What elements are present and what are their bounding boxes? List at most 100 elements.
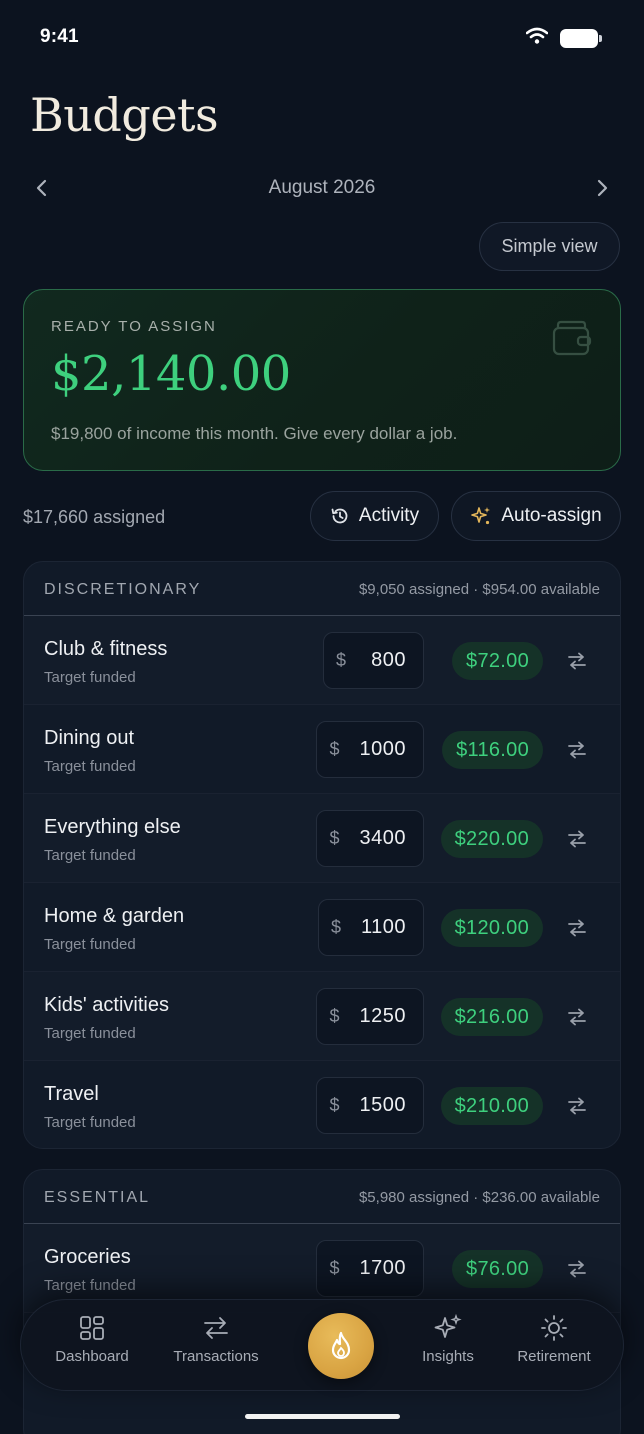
category-name: Dining out	[44, 727, 135, 749]
move-money-button[interactable]	[564, 1256, 590, 1282]
auto-assign-label: Auto-assign	[501, 505, 602, 526]
category-row[interactable]: Travel Target funded $ 1500 $210.00	[24, 1061, 620, 1148]
available-badge: $116.00	[442, 731, 543, 769]
ready-to-assign-label: READY TO ASSIGN	[51, 318, 217, 335]
swap-arrows-icon	[568, 919, 586, 937]
category-name: Groceries	[44, 1246, 131, 1268]
assigned-amount-input[interactable]: $ 3400	[316, 810, 424, 867]
swap-arrows-icon	[568, 1260, 586, 1278]
grid-icon	[80, 1316, 104, 1340]
available-badge: $76.00	[452, 1250, 543, 1288]
tab-label: Transactions	[173, 1348, 259, 1365]
status-bar: 9:41	[0, 0, 644, 74]
assigned-amount-input[interactable]: $ 800	[322, 632, 424, 689]
currency-symbol: $	[335, 650, 346, 670]
group-header[interactable]: ESSENTIAL $5,980 assigned · $236.00 avai…	[24, 1170, 620, 1224]
assigned-amount-input[interactable]: $ 1700	[316, 1240, 424, 1297]
assigned-amount-value: 1700	[359, 1257, 406, 1279]
assign-summary-row: $17,660 assigned Activity Auto-assign	[0, 491, 644, 541]
category-name: Everything else	[44, 816, 181, 838]
available-badge: $216.00	[440, 998, 543, 1036]
assigned-amount-value: 1250	[359, 1005, 406, 1027]
tab-dashboard[interactable]: Dashboard	[52, 1314, 132, 1365]
transfer-arrows-icon	[204, 1317, 228, 1339]
month-navigation: August 2026	[0, 170, 644, 206]
available-badge: $120.00	[440, 909, 543, 947]
simple-view-button[interactable]: Simple view	[479, 222, 620, 271]
move-money-button[interactable]	[564, 648, 590, 674]
currency-symbol: $	[329, 1095, 340, 1115]
currency-symbol: $	[329, 1006, 340, 1026]
assigned-amount-value: 1100	[360, 916, 406, 938]
status-icons	[525, 27, 602, 49]
move-money-button[interactable]	[564, 737, 590, 763]
chevron-right-icon	[597, 179, 608, 197]
assigned-amount-input[interactable]: $ 1100	[317, 899, 424, 956]
available-badge: $210.00	[440, 1087, 543, 1125]
sparkles-icon	[471, 507, 491, 525]
category-row[interactable]: Home & garden Target funded $ 1100 $120.…	[24, 883, 620, 972]
ready-to-assign-card: READY TO ASSIGN $2,140.00 $19,800 of inc…	[23, 289, 621, 471]
currency-symbol: $	[329, 739, 340, 759]
tab-label: Retirement	[517, 1348, 591, 1365]
category-status: Target funded	[44, 847, 136, 864]
tab-label: Dashboard	[55, 1348, 129, 1365]
swap-arrows-icon	[568, 830, 586, 848]
assigned-amount-input[interactable]: $ 1000	[316, 721, 424, 778]
tab-label: Insights	[422, 1348, 474, 1365]
battery-icon	[560, 28, 602, 48]
center-action-button[interactable]	[308, 1313, 374, 1379]
category-row[interactable]: Kids' activities Target funded $ 1250 $2…	[24, 972, 620, 1061]
move-money-button[interactable]	[564, 826, 590, 852]
category-name: Club & fitness	[44, 638, 168, 660]
activity-button[interactable]: Activity	[310, 491, 439, 541]
assigned-amount-value: 1500	[359, 1094, 406, 1116]
month-label: August 2026	[268, 177, 376, 198]
category-row[interactable]: Everything else Target funded $ 3400 $22…	[24, 794, 620, 883]
assigned-total: $17,660 assigned	[23, 507, 166, 527]
auto-assign-button[interactable]: Auto-assign	[451, 491, 621, 541]
category-row[interactable]: Club & fitness Target funded $ 800 $72.0…	[24, 616, 620, 705]
sparkles-icon	[434, 1314, 462, 1338]
category-status: Target funded	[44, 936, 136, 953]
swap-arrows-icon	[568, 741, 586, 759]
wallet-icon	[552, 320, 592, 361]
history-icon	[331, 508, 348, 524]
assigned-amount-value: 1000	[359, 738, 406, 760]
swap-arrows-icon	[568, 1008, 586, 1026]
available-badge: $220.00	[440, 820, 543, 858]
assigned-amount-input[interactable]: $ 1500	[316, 1077, 424, 1134]
group-name: ESSENTIAL	[44, 1189, 151, 1206]
assigned-amount-input[interactable]: $ 1250	[316, 988, 424, 1045]
group-summary: $9,050 assigned · $954.00 available	[358, 581, 600, 598]
move-money-button[interactable]	[564, 915, 590, 941]
tab-insights[interactable]: Insights	[417, 1314, 479, 1365]
wifi-icon	[525, 27, 549, 49]
currency-symbol: $	[330, 917, 341, 937]
next-month-button[interactable]	[588, 174, 616, 202]
category-status: Target funded	[44, 758, 136, 775]
category-status: Target funded	[44, 669, 136, 686]
income-note: $19,800 of income this month. Give every…	[51, 424, 458, 443]
swap-arrows-icon	[568, 652, 586, 670]
category-status: Target funded	[44, 1025, 136, 1042]
category-status: Target funded	[44, 1114, 136, 1131]
assigned-amount-value: 800	[371, 649, 406, 671]
move-money-button[interactable]	[564, 1004, 590, 1030]
group-header[interactable]: DISCRETIONARY $9,050 assigned · $954.00 …	[24, 562, 620, 616]
swap-arrows-icon	[568, 1097, 586, 1115]
group-summary: $5,980 assigned · $236.00 available	[358, 1189, 600, 1206]
category-name: Home & garden	[44, 905, 185, 927]
currency-symbol: $	[329, 1258, 340, 1278]
assigned-amount-value: 3400	[359, 827, 406, 849]
activity-label: Activity	[358, 505, 420, 526]
move-money-button[interactable]	[564, 1093, 590, 1119]
home-indicator[interactable]	[245, 1414, 400, 1419]
category-row[interactable]: Dining out Target funded $ 1000 $116.00	[24, 705, 620, 794]
category-group-discretionary: DISCRETIONARY $9,050 assigned · $954.00 …	[23, 561, 621, 1149]
flame-icon	[331, 1331, 351, 1360]
sun-icon	[541, 1315, 567, 1341]
tab-retirement[interactable]: Retirement	[513, 1314, 595, 1365]
tab-transactions[interactable]: Transactions	[168, 1314, 264, 1365]
category-status: Target funded	[44, 1277, 136, 1294]
